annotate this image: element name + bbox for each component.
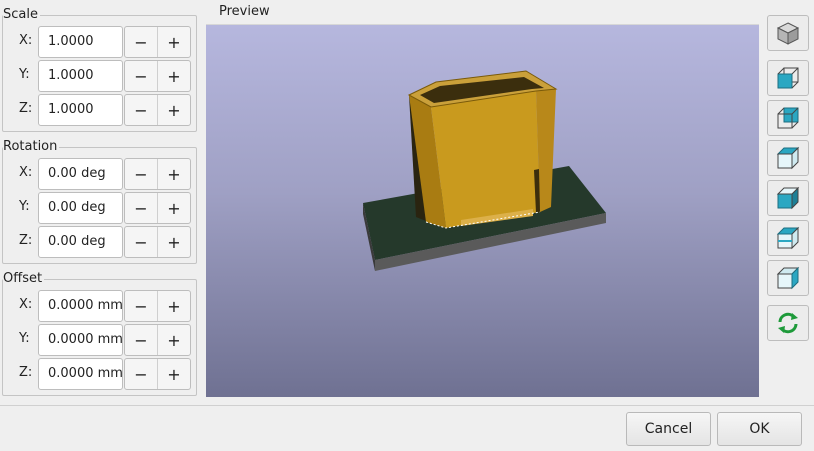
scale-x-input[interactable]: 1.0000 (38, 26, 123, 58)
iso-view-icon (776, 22, 800, 45)
offset-x-input[interactable]: 0.0000 mm (38, 290, 123, 322)
scale-x-stepper: − + (124, 26, 191, 58)
rotation-z-stepper: − + (124, 226, 191, 258)
rotation-y-row: Y: 0.00 deg − + (3, 192, 196, 224)
offset-y-decrement-button[interactable]: − (125, 325, 157, 355)
rotation-z-label: Z: (19, 233, 33, 248)
rotation-x-increment-button[interactable]: + (157, 159, 190, 189)
offset-z-row: Z: 0.0000 mm − + (3, 358, 196, 390)
rotation-z-increment-button[interactable]: + (157, 227, 190, 257)
back-view-button[interactable] (767, 100, 809, 136)
offset-z-input[interactable]: 0.0000 mm (38, 358, 123, 390)
scale-z-label: Z: (19, 101, 33, 116)
scale-z-input[interactable]: 1.0000 (38, 94, 123, 126)
offset-x-row: X: 0.0000 mm − + (3, 290, 196, 322)
scale-z-row: Z: 1.0000 − + (3, 94, 196, 126)
rotation-group: Rotation X: 0.00 deg − + Y: 0.00 deg − +… (2, 139, 197, 264)
rotation-y-label: Y: (19, 199, 30, 214)
offset-z-decrement-button[interactable]: − (125, 359, 157, 389)
scale-z-increment-button[interactable]: + (157, 95, 190, 125)
offset-z-increment-button[interactable]: + (157, 359, 190, 389)
reload-icon (778, 312, 798, 334)
rotation-group-title: Rotation (3, 139, 60, 155)
rotation-y-decrement-button[interactable]: − (125, 193, 157, 223)
offset-group: Offset X: 0.0000 mm − + Y: 0.0000 mm − +… (2, 271, 197, 396)
rotation-y-increment-button[interactable]: + (157, 193, 190, 223)
right-view-icon (776, 266, 800, 290)
front-view-button[interactable] (767, 60, 809, 96)
cup-front-face (431, 91, 540, 228)
top-view-button[interactable] (767, 140, 809, 176)
offset-x-increment-button[interactable]: + (157, 291, 190, 321)
offset-y-label: Y: (19, 331, 30, 346)
left-view-button[interactable] (767, 220, 809, 256)
scale-group: Scale X: 1.0000 − + Y: 1.0000 − + Z: 1.0… (2, 7, 197, 132)
rotation-x-stepper: − + (124, 158, 191, 190)
rotation-y-stepper: − + (124, 192, 191, 224)
front-view-icon (777, 67, 799, 89)
scale-y-decrement-button[interactable]: − (125, 61, 157, 91)
offset-y-stepper: − + (124, 324, 191, 356)
back-view-icon (777, 107, 799, 129)
scale-y-input[interactable]: 1.0000 (38, 60, 123, 92)
scale-x-increment-button[interactable]: + (157, 27, 190, 57)
reload-button[interactable] (767, 305, 809, 341)
rotation-x-input[interactable]: 0.00 deg (38, 158, 123, 190)
ok-button[interactable]: OK (717, 412, 802, 446)
scale-x-decrement-button[interactable]: − (125, 27, 157, 57)
iso-view-button[interactable] (767, 15, 809, 51)
rotation-z-input[interactable]: 0.00 deg (38, 226, 123, 258)
rotation-x-label: X: (19, 165, 33, 180)
top-view-icon (776, 146, 800, 170)
rotation-z-decrement-button[interactable]: − (125, 227, 157, 257)
scale-z-stepper: − + (124, 94, 191, 126)
preview-viewport[interactable] (206, 24, 759, 397)
bottom-view-button[interactable] (767, 180, 809, 216)
offset-x-stepper: − + (124, 290, 191, 322)
left-view-icon (776, 226, 800, 250)
preview-model (363, 70, 606, 271)
scale-x-label: X: (19, 33, 33, 48)
offset-x-label: X: (19, 297, 33, 312)
scale-z-decrement-button[interactable]: − (125, 95, 157, 125)
cancel-button[interactable]: Cancel (626, 412, 711, 446)
offset-y-row: Y: 0.0000 mm − + (3, 324, 196, 356)
rotation-y-input[interactable]: 0.00 deg (38, 192, 123, 224)
scale-y-label: Y: (19, 67, 30, 82)
rotation-x-row: X: 0.00 deg − + (3, 158, 196, 190)
offset-z-label: Z: (19, 365, 33, 380)
offset-y-increment-button[interactable]: + (157, 325, 190, 355)
scale-y-stepper: − + (124, 60, 191, 92)
preview-title: Preview (219, 4, 270, 19)
footer-separator (0, 405, 814, 406)
rotation-z-row: Z: 0.00 deg − + (3, 226, 196, 258)
offset-x-decrement-button[interactable]: − (125, 291, 157, 321)
rotation-x-decrement-button[interactable]: − (125, 159, 157, 189)
offset-y-input[interactable]: 0.0000 mm (38, 324, 123, 356)
scale-y-increment-button[interactable]: + (157, 61, 190, 91)
offset-group-title: Offset (3, 271, 45, 287)
offset-z-stepper: − + (124, 358, 191, 390)
scale-y-row: Y: 1.0000 − + (3, 60, 196, 92)
bottom-view-icon (776, 186, 800, 210)
right-view-button[interactable] (767, 260, 809, 296)
scale-x-row: X: 1.0000 − + (3, 26, 196, 58)
scale-group-title: Scale (3, 7, 40, 23)
